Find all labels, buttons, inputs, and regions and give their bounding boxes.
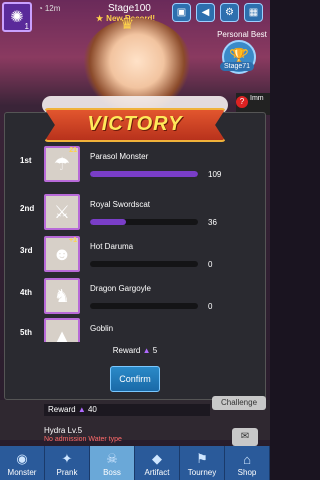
reward-value: 5 <box>152 346 158 355</box>
royal-swordscat-icon: ⚔ <box>53 201 71 222</box>
challenge-button[interactable]: Challenge <box>212 396 266 410</box>
gift-icon: ▣ <box>176 7 187 18</box>
score-bar <box>90 303 198 309</box>
tab-label: Shop <box>237 468 257 477</box>
monster-level: 21 <box>69 147 77 154</box>
parasol-monster-icon: ☂ <box>53 153 71 174</box>
score-value: 109 <box>208 170 222 179</box>
help-icon[interactable]: ? <box>236 96 248 108</box>
player-avatar[interactable]: ✺ 1 <box>2 2 32 32</box>
bottom-nav: ◉ Monster ✦ Prank ☠ Boss ◆ Artifact ⚑ Tourney… <box>0 446 270 480</box>
boss-icon: ☠ <box>106 451 118 466</box>
gem-icon: ▲ <box>77 405 86 414</box>
tab-shop[interactable]: ⌂ Shop <box>225 446 270 480</box>
monster-portrait[interactable]: ⚔ <box>44 194 80 230</box>
rank-label: 1st <box>20 156 32 165</box>
prank-icon: ✦ <box>61 451 73 466</box>
boss-name: Hydra Lv.5 <box>44 426 83 435</box>
timer: ◔ 12m <box>38 4 60 13</box>
tourney-icon: ⚑ <box>196 451 208 466</box>
avatar-level: 1 <box>24 22 29 31</box>
side-notice-text: Imm <box>250 95 264 102</box>
monster-portrait[interactable]: ☂ 21 <box>44 146 80 182</box>
reward-label: Reward <box>112 346 141 355</box>
ranking-row: 2nd ⚔ Royal Swordscat 36 <box>14 194 256 234</box>
mail-button[interactable]: ✉ <box>232 428 258 446</box>
monster-icon: ◉ <box>16 451 28 466</box>
clock-icon: ◔ <box>38 4 43 13</box>
ranking-row: 4th ♞ Dragon Gargoyle 0 <box>14 278 256 318</box>
monster-portrait[interactable]: ▲ <box>44 318 80 342</box>
dragon-gargoyle-icon: ♞ <box>53 285 71 306</box>
ranking-list[interactable]: 1st ☂ 21 Parasol Monster 109 2nd ⚔ Royal… <box>14 146 256 342</box>
tab-label: Tourney <box>187 468 217 477</box>
popup-reward: Reward ▲ 5 <box>0 346 270 355</box>
tab-tourney[interactable]: ⚑ Tourney <box>180 446 225 480</box>
personal-best-stage: Stage71 <box>220 62 255 71</box>
stage-label: Stage100 <box>108 3 151 14</box>
monster-name: Dragon Gargoyle <box>90 284 151 293</box>
score-value: 36 <box>208 218 217 227</box>
popup-title: VICTORY <box>87 113 183 135</box>
tab-monster[interactable]: ◉ Monster <box>0 446 45 480</box>
gift-button[interactable]: ▣ <box>172 3 191 22</box>
boss-reward-label: Reward <box>48 405 76 414</box>
score-value: 0 <box>208 260 213 269</box>
boss-reward: Reward ▲ 40 <box>44 404 210 416</box>
gem-icon: ▲ <box>142 346 151 355</box>
monster-portrait[interactable]: ♞ <box>44 278 80 314</box>
rank-label: 3rd <box>20 246 33 255</box>
shop-icon: ⌂ <box>243 452 251 467</box>
rank-label: 4th <box>20 288 32 297</box>
artifact-icon: ◆ <box>152 451 162 466</box>
monster-name: Royal Swordscat <box>90 200 151 209</box>
tab-label: Monster <box>7 468 37 477</box>
tab-boss[interactable]: ☠ Boss <box>90 446 135 480</box>
star-icon: ★ <box>96 14 104 23</box>
goblin-icon: ▲ <box>53 325 71 343</box>
tab-label: Prank <box>56 468 78 477</box>
sound-button[interactable]: ◀ <box>196 3 215 22</box>
monster-name: Hot Daruma <box>90 242 134 251</box>
monster-name: Goblin <box>90 324 114 333</box>
monster-portrait[interactable]: ☻ +1 <box>44 236 80 272</box>
score-bar-fill <box>90 219 126 225</box>
menu-button[interactable]: ▦ <box>244 3 263 22</box>
score-value: 0 <box>208 302 213 311</box>
ranking-row: 5th ▲ Goblin <box>14 318 256 342</box>
settings-button[interactable]: ⚙ <box>220 3 239 22</box>
score-bar <box>90 219 198 225</box>
ranking-row: 1st ☂ 21 Parasol Monster 109 <box>14 146 256 186</box>
tab-label: Artifact <box>144 468 170 477</box>
score-bar <box>90 261 198 267</box>
rank-label: 2nd <box>20 204 35 213</box>
speaker-icon: ◀ <box>201 7 210 18</box>
rank-label: 5th <box>20 328 32 337</box>
tab-label: Boss <box>103 468 121 477</box>
tab-prank[interactable]: ✦ Prank <box>45 446 90 480</box>
confirm-button[interactable]: Confirm <box>110 366 160 392</box>
grid-icon: ▦ <box>248 7 259 18</box>
timer-value: 12m <box>44 4 61 13</box>
monster-level: +1 <box>69 237 77 244</box>
ranking-row: 3rd ☻ +1 Hot Daruma 0 <box>14 236 256 276</box>
boss-reward-value: 40 <box>87 405 97 414</box>
crown-icon: ♛ <box>120 16 135 33</box>
tab-artifact[interactable]: ◆ Artifact <box>135 446 180 480</box>
personal-best-label: Personal Best <box>217 30 267 39</box>
admission-notice: No admission Water type <box>44 436 122 443</box>
swirl-icon: ✺ <box>10 9 24 26</box>
score-bar-fill <box>90 171 198 177</box>
score-bar <box>90 171 198 177</box>
gear-icon: ⚙ <box>225 7 234 18</box>
monster-name: Parasol Monster <box>90 152 149 161</box>
envelope-icon: ✉ <box>240 431 250 442</box>
hot-daruma-icon: ☻ <box>52 243 72 264</box>
